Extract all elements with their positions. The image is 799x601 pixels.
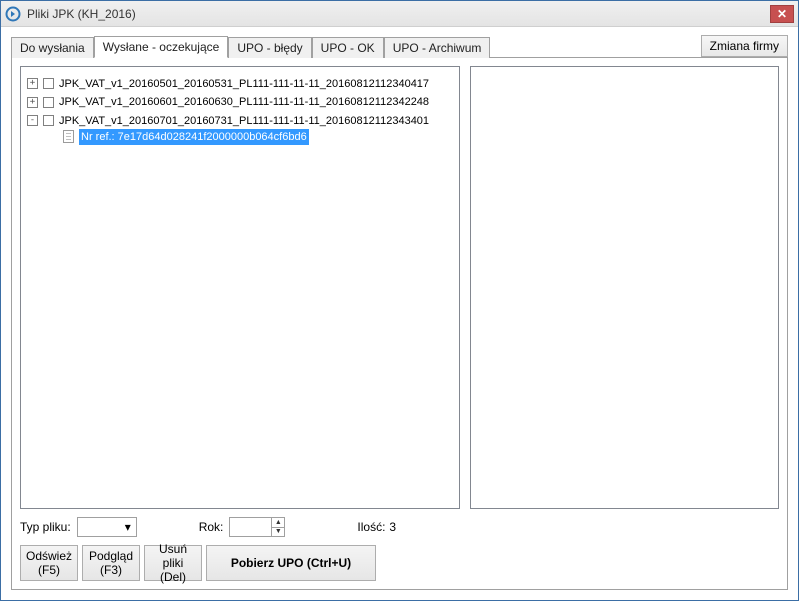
file-tree: + JPK_VAT_v1_20160501_20160531_PL111-111… (25, 73, 455, 147)
document-icon (63, 130, 74, 143)
file-type-combo[interactable]: ▾ (77, 517, 137, 537)
spin-down-icon[interactable]: ▼ (272, 528, 284, 537)
tabstrip: Do wysłania Wysłane - oczekujące UPO - b… (11, 35, 788, 57)
tree-node[interactable]: + JPK_VAT_v1_20160501_20160531_PL111-111… (27, 76, 429, 92)
chevron-down-icon: ▾ (122, 521, 134, 533)
count-label: Ilość: (357, 520, 385, 534)
year-input[interactable] (229, 517, 271, 537)
tab-upo-ok[interactable]: UPO - OK (312, 37, 384, 58)
tree-node[interactable]: - JPK_VAT_v1_20160701_20160731_PL111-111… (27, 113, 429, 129)
tree-child-node[interactable]: Nr ref.: 7e17d64d028241f2000000b064cf6bd… (63, 129, 309, 145)
delete-button[interactable]: Usuń pliki (Del) (144, 545, 202, 581)
button-line2: (F5) (26, 563, 72, 577)
preview-button[interactable]: Podgląd (F3) (82, 545, 140, 581)
detail-pane (470, 66, 779, 509)
tab-content: + JPK_VAT_v1_20160501_20160531_PL111-111… (12, 57, 787, 589)
checkbox[interactable] (43, 78, 54, 89)
button-line1: Odśwież (26, 549, 72, 563)
checkbox[interactable] (43, 97, 54, 108)
expand-icon[interactable]: + (27, 97, 38, 108)
checkbox[interactable] (43, 115, 54, 126)
button-line1: Podgląd (89, 549, 133, 563)
tree-node-label: JPK_VAT_v1_20160601_20160630_PL111-111-1… (59, 94, 429, 110)
app-icon (5, 6, 21, 22)
year-label: Rok: (199, 520, 224, 534)
tree-pane[interactable]: + JPK_VAT_v1_20160501_20160531_PL111-111… (20, 66, 460, 509)
button-line2: (F3) (89, 563, 133, 577)
titlebar: Pliki JPK (KH_2016) ✕ (1, 1, 798, 27)
change-company-button[interactable]: Zmiana firmy (701, 35, 788, 57)
main-window: Pliki JPK (KH_2016) ✕ Do wysłania Wysłan… (0, 0, 799, 601)
tree-node[interactable]: + JPK_VAT_v1_20160601_20160630_PL111-111… (27, 94, 429, 110)
tab-do-wyslania[interactable]: Do wysłania (11, 37, 94, 58)
type-label: Typ pliku: (20, 520, 71, 534)
refresh-button[interactable]: Odśwież (F5) (20, 545, 78, 581)
tree-child-label: Nr ref.: 7e17d64d028241f2000000b064cf6bd… (79, 129, 309, 145)
top-row: Do wysłania Wysłane - oczekujące UPO - b… (11, 35, 788, 57)
tab-panel: + JPK_VAT_v1_20160501_20160531_PL111-111… (11, 57, 788, 590)
tab-upo-archiwum[interactable]: UPO - Archiwum (384, 37, 491, 58)
window-title: Pliki JPK (KH_2016) (27, 7, 770, 21)
year-spinbox[interactable]: ▲ ▼ (229, 517, 285, 537)
count-value: 3 (389, 520, 396, 534)
tab-wyslane-oczekujace[interactable]: Wysłane - oczekujące (94, 36, 229, 58)
close-button[interactable]: ✕ (770, 5, 794, 23)
tab-upo-bledy[interactable]: UPO - błędy (228, 37, 311, 58)
collapse-icon[interactable]: - (27, 115, 38, 126)
expand-icon[interactable]: + (27, 78, 38, 89)
filter-row: Typ pliku: ▾ Rok: ▲ ▼ Ilość: (20, 517, 779, 537)
spin-up-icon[interactable]: ▲ (272, 518, 284, 528)
button-line2: (Del) (151, 570, 195, 584)
button-line1: Usuń pliki (151, 542, 195, 570)
tree-node-label: JPK_VAT_v1_20160501_20160531_PL111-111-1… (59, 76, 429, 92)
content-area: Do wysłania Wysłane - oczekujące UPO - b… (1, 27, 798, 600)
tree-node-label: JPK_VAT_v1_20160701_20160731_PL111-111-1… (59, 113, 429, 129)
panes: + JPK_VAT_v1_20160501_20160531_PL111-111… (20, 66, 779, 509)
buttons-row: Odśwież (F5) Podgląd (F3) Usuń pliki (20, 545, 779, 581)
download-upo-button[interactable]: Pobierz UPO (Ctrl+U) (206, 545, 376, 581)
